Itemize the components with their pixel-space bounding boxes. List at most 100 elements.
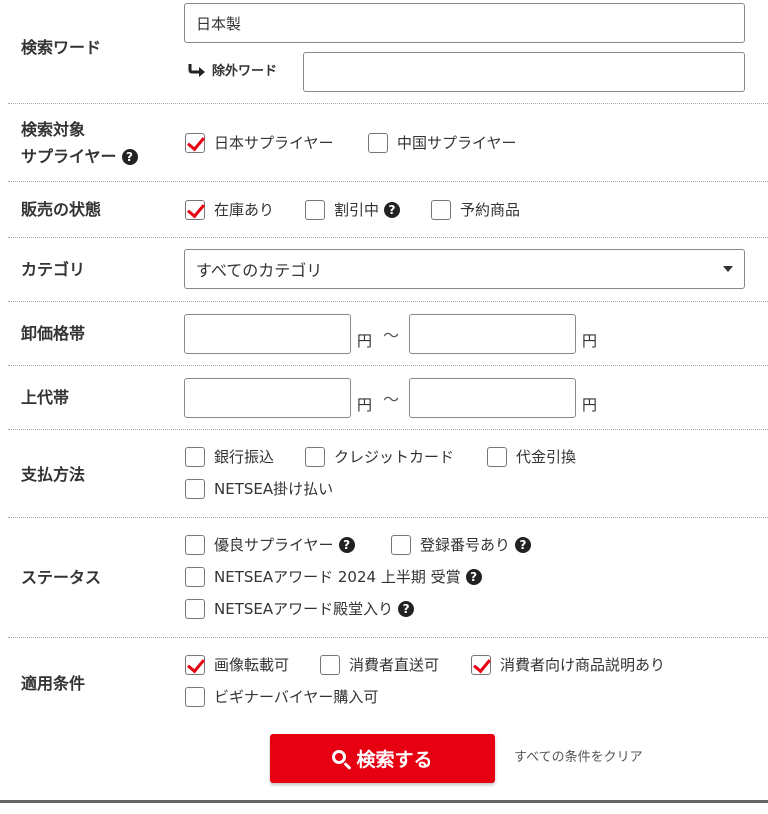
- checkbox-box[interactable]: [185, 447, 205, 467]
- checkbox-label: NETSEA掛け払い: [214, 480, 334, 498]
- checkbox-consumer-description[interactable]: 消費者向け商品説明あり: [471, 655, 665, 675]
- wholesale-price-max-field[interactable]: [421, 315, 564, 353]
- help-icon[interactable]: ?: [121, 149, 138, 165]
- conditions-label: 適用条件: [21, 674, 86, 693]
- checkbox-label: 割引中: [334, 201, 380, 219]
- checkbox-label: 予約商品: [460, 201, 521, 219]
- checkbox-discount[interactable]: 割引中 ?: [305, 200, 401, 220]
- chevron-down-icon: [723, 266, 733, 272]
- wholesale-price-label: 卸価格帯: [21, 324, 86, 343]
- checkbox-label: ビギナーバイヤー購入可: [214, 688, 379, 706]
- checkbox-box[interactable]: [391, 535, 411, 555]
- checkbox-box-checked[interactable]: [185, 133, 205, 153]
- checkbox-image-reuse[interactable]: 画像転載可: [185, 655, 289, 675]
- checkbox-label: 中国サプライヤー: [397, 134, 517, 152]
- supplier-label-line2: サプライヤー: [21, 147, 117, 166]
- category-label: カテゴリ: [21, 260, 86, 279]
- conditions-row: 適用条件: [8, 638, 768, 728]
- checkbox-label: 在庫あり: [214, 201, 275, 219]
- checkbox-box[interactable]: [185, 535, 205, 555]
- search-icon: [332, 749, 347, 764]
- retail-price-min-field[interactable]: [196, 379, 339, 417]
- checkbox-china-supplier[interactable]: 中国サプライヤー: [368, 133, 517, 153]
- checkbox-label: 優良サプライヤー: [214, 536, 334, 554]
- checkbox-cash-on-delivery[interactable]: 代金引換: [487, 447, 576, 467]
- supplier-label: 検索対象 サプライヤー ?: [21, 118, 138, 169]
- checkbox-award-2024[interactable]: NETSEAアワード 2024 上半期 受賞 ?: [185, 567, 482, 587]
- checkbox-beginner-buyer[interactable]: ビギナーバイヤー購入可: [185, 687, 378, 707]
- checkbox-label: 消費者直送可: [349, 656, 440, 674]
- checkbox-box[interactable]: [185, 567, 205, 587]
- retail-price-label: 上代帯: [21, 388, 70, 407]
- bottom-divider: [0, 800, 768, 803]
- checkbox-box[interactable]: [431, 200, 451, 220]
- payment-row: 支払方法: [8, 430, 768, 518]
- checkbox-label: 画像転載可: [214, 656, 290, 674]
- arrow-right-turn-icon: [188, 63, 205, 77]
- payment-label: 支払方法: [21, 465, 86, 484]
- wholesale-price-min-field[interactable]: [196, 315, 339, 353]
- checkbox-label: 登録番号あり: [420, 536, 511, 554]
- checkbox-credit-card[interactable]: クレジットカード: [305, 447, 454, 467]
- range-separator: 〜: [383, 390, 400, 409]
- exclude-word-text: 除外ワード: [212, 64, 278, 79]
- checkbox-box[interactable]: [185, 687, 205, 707]
- wholesale-price-min-input[interactable]: [184, 314, 351, 354]
- help-icon[interactable]: ?: [384, 202, 401, 218]
- retail-price-min-input[interactable]: [184, 378, 351, 418]
- sales-state-label: 販売の状態: [21, 200, 102, 219]
- wholesale-price-max-input[interactable]: [409, 314, 576, 354]
- exclude-word-input[interactable]: [303, 52, 745, 92]
- checkbox-label: 代金引換: [516, 448, 577, 466]
- checkbox-box[interactable]: [368, 133, 388, 153]
- checkbox-box[interactable]: [487, 447, 507, 467]
- help-icon[interactable]: ?: [338, 537, 355, 553]
- search-button-label: 検索する: [356, 749, 433, 771]
- checkbox-box[interactable]: [305, 200, 325, 220]
- checkbox-box-checked[interactable]: [185, 655, 205, 675]
- status-label: ステータス: [21, 568, 102, 587]
- category-select-value: すべてのカテゴリ: [196, 261, 323, 280]
- checkbox-box[interactable]: [185, 479, 205, 499]
- checkbox-label: 銀行振込: [214, 448, 275, 466]
- keyword-input[interactable]: [184, 3, 745, 43]
- checkbox-box-checked[interactable]: [471, 655, 491, 675]
- checkbox-in-stock[interactable]: 在庫あり: [185, 200, 274, 220]
- checkbox-bank-transfer[interactable]: 銀行振込: [185, 447, 274, 467]
- help-icon[interactable]: ?: [398, 601, 415, 617]
- checkbox-preorder[interactable]: 予約商品: [431, 200, 520, 220]
- checkbox-label: クレジットカード: [334, 448, 455, 466]
- exclude-word-label: 除外ワード: [188, 60, 277, 79]
- keyword-label: 検索ワード: [21, 38, 102, 57]
- keyword-input-field[interactable]: [196, 4, 733, 42]
- checkbox-box[interactable]: [185, 599, 205, 619]
- checkbox-box[interactable]: [305, 447, 325, 467]
- checkbox-label: 日本サプライヤー: [214, 134, 334, 152]
- clear-all-link[interactable]: すべての条件をクリア: [514, 746, 643, 765]
- checkbox-netsea-deferred[interactable]: NETSEA掛け払い: [185, 479, 333, 499]
- retail-price-max-field[interactable]: [421, 379, 564, 417]
- checkbox-label: NETSEAアワード殿堂入り: [214, 600, 394, 618]
- checkbox-box[interactable]: [320, 655, 340, 675]
- checkbox-label: 消費者向け商品説明あり: [500, 656, 666, 674]
- yen-unit-label: 円: [582, 332, 598, 350]
- exclude-word-input-field[interactable]: [315, 53, 733, 91]
- checkbox-award-hall-of-fame[interactable]: NETSEAアワード殿堂入り ?: [185, 599, 415, 619]
- checkbox-box-checked[interactable]: [185, 200, 205, 220]
- retail-price-max-input[interactable]: [409, 378, 576, 418]
- help-icon[interactable]: ?: [515, 537, 532, 553]
- help-icon[interactable]: ?: [465, 569, 482, 585]
- checkbox-excellent-supplier[interactable]: 優良サプライヤー ?: [185, 535, 355, 555]
- range-separator: 〜: [383, 326, 400, 345]
- category-select[interactable]: すべてのカテゴリ: [184, 249, 745, 289]
- supplier-label-line1: 検索対象: [21, 120, 86, 139]
- checkbox-label: NETSEAアワード 2024 上半期 受賞: [214, 568, 461, 586]
- yen-unit-label: 円: [357, 396, 373, 414]
- search-button[interactable]: 検索する: [270, 734, 495, 783]
- checkbox-direct-shipping[interactable]: 消費者直送可: [320, 655, 439, 675]
- yen-unit-label: 円: [357, 332, 373, 350]
- yen-unit-label: 円: [582, 396, 598, 414]
- checkbox-registration-number[interactable]: 登録番号あり ?: [391, 535, 532, 555]
- checkbox-japan-supplier[interactable]: 日本サプライヤー: [185, 133, 334, 153]
- supplier-label-line2-wrap: サプライヤー ?: [21, 145, 138, 169]
